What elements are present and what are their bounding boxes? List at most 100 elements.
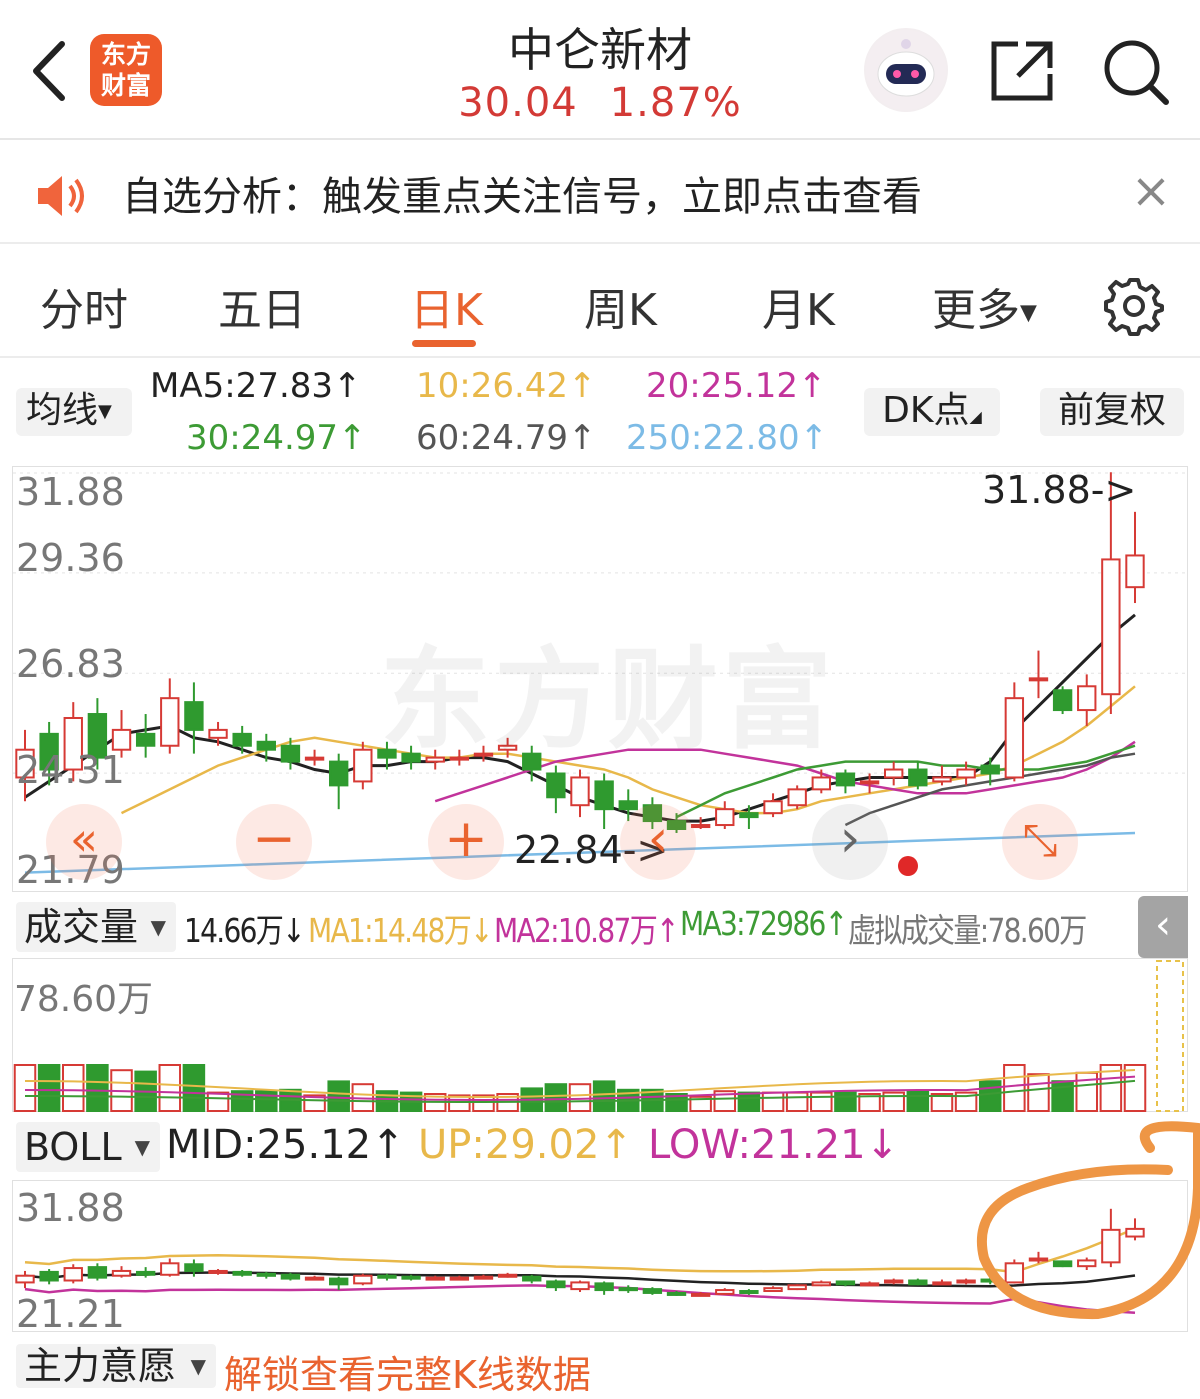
fullscreen-icon[interactable]: ⤡ (1002, 804, 1078, 880)
scroll-left-icon[interactable]: ‹ (620, 804, 696, 880)
header: 东方 财富 中仑新材 30.04 1.87% (0, 0, 1200, 140)
volume-ma2: MA2:10.87万↑ (494, 911, 680, 950)
candle-body (1101, 558, 1121, 696)
candle-body (1125, 554, 1145, 589)
volume-bar (906, 1090, 930, 1112)
volume-ma1: MA1:14.48万↓ (308, 911, 494, 950)
zoom-out-icon[interactable]: − (236, 804, 312, 880)
share-icon[interactable] (988, 38, 1056, 104)
volume-bar (13, 1064, 37, 1112)
volume-bar (568, 1083, 592, 1112)
boll-candle-body (763, 1287, 783, 1293)
dropdown-caret-icon: ▼ (1020, 300, 1037, 326)
scroll-right-icon[interactable]: › (812, 804, 888, 880)
main-force-selector-label: 主力意愿 (24, 1344, 177, 1388)
close-icon[interactable]: × (1126, 166, 1176, 216)
candle-body (329, 760, 349, 787)
zoom-in-icon[interactable]: + (428, 804, 504, 880)
notice-banner[interactable]: 自选分析：触发重点关注信号，立即点击查看 × (0, 142, 1200, 244)
virtual-volume: 虚拟成交量:78.60万 (848, 911, 1087, 950)
candle-body (1077, 685, 1097, 712)
y-label: 29.36 (16, 536, 125, 580)
y-label: 31.88 (16, 470, 125, 514)
tab-more[interactable]: 更多▼ (932, 274, 1037, 338)
boll-candle-body (715, 1289, 735, 1295)
ma-selector[interactable]: 均线▼ (16, 388, 132, 436)
candle-body (618, 800, 638, 811)
volume-bar (810, 1091, 833, 1113)
boll-candle-body (304, 1276, 325, 1281)
boll-candle-body (908, 1279, 928, 1286)
candle-body (280, 744, 301, 763)
robot-avatar-icon[interactable] (864, 28, 948, 112)
tab-minute[interactable]: 分时 (40, 274, 128, 338)
tab-five-day[interactable]: 五日 (218, 274, 306, 338)
dropdown-caret-icon: ▼ (150, 915, 166, 939)
tab-monthly-k[interactable]: 月K (762, 274, 835, 338)
boll-y-bottom: 21.21 (16, 1292, 125, 1336)
volume-svg (13, 960, 1184, 1113)
boll-candle-body (522, 1275, 542, 1282)
boll-candle-body (184, 1263, 204, 1272)
volume-chart[interactable] (12, 958, 1188, 1113)
ma60-value: 60:24.79↑ (416, 418, 597, 458)
candle-body (932, 776, 952, 783)
candle-body (690, 824, 711, 829)
volume-selector[interactable]: 成交量 ▼ (16, 902, 176, 952)
candle-body (353, 748, 373, 783)
boll-mid: MID:25.12↑ (166, 1122, 405, 1168)
volume-y-label: 78.60万 (14, 979, 154, 1020)
ma20-value: 20:25.12↑ (646, 366, 827, 406)
boll-candle-body (497, 1273, 518, 1278)
candle-body (908, 768, 928, 787)
ma10-value: 10:26.42↑ (416, 366, 597, 406)
adjust-button[interactable]: 前复权 (1040, 388, 1184, 436)
gear-icon[interactable] (1104, 276, 1164, 336)
tab-more-label: 更多 (932, 285, 1020, 336)
boll-candle-body (329, 1277, 349, 1286)
candle-body (232, 732, 252, 747)
boll-selector[interactable]: BOLL ▼ (16, 1122, 160, 1172)
tab-weekly-k[interactable]: 周K (584, 274, 657, 338)
ma-selector-label: 均线 (26, 390, 99, 431)
volume-bar (1027, 1073, 1050, 1112)
boll-candle-body (160, 1262, 180, 1276)
dropdown-caret-icon: ▼ (190, 1354, 206, 1378)
boll-selector-label: BOLL (24, 1125, 122, 1169)
dropdown-caret-icon: ▼ (98, 401, 112, 422)
candle-body (811, 776, 831, 791)
corner-triangle-icon: ◢ (969, 407, 982, 426)
tab-daily-k[interactable]: 日K (410, 274, 483, 338)
unlock-link[interactable]: 解锁查看完整K线数据 (224, 1344, 591, 1399)
volume-bar (158, 1064, 182, 1112)
dropdown-caret-icon: ▼ (134, 1135, 150, 1159)
scroll-left-fast-icon[interactable]: « (46, 804, 122, 880)
boll-candle-body (401, 1275, 421, 1280)
boll-candle-body (570, 1281, 590, 1291)
speaker-icon (38, 176, 84, 216)
volume-bar (834, 1091, 857, 1113)
period-tabs: 分时 五日 日K 周K 月K 更多▼ (0, 246, 1200, 358)
boll-candle-body (111, 1269, 132, 1277)
candle-body (763, 800, 783, 815)
candle-body (835, 772, 856, 787)
boll-candle-body (377, 1274, 397, 1279)
bottom-indicator-bar: 主力意愿 ▼ 解锁查看完整K线数据 (0, 1338, 1200, 1397)
boll-candle-body (666, 1291, 687, 1296)
boll-low: LOW:21.21↓ (648, 1122, 900, 1168)
candle-body (715, 808, 735, 827)
collapse-panel-icon[interactable]: ‹ (1138, 896, 1188, 958)
notice-text: 自选分析：触发重点关注信号，立即点击查看 (122, 174, 922, 220)
dk-button[interactable]: DK点◢ (864, 388, 1000, 436)
main-force-selector[interactable]: 主力意愿 ▼ (16, 1344, 216, 1388)
stock-price: 30.04 (458, 80, 578, 126)
search-icon[interactable] (1100, 36, 1172, 108)
volume-bar (737, 1091, 761, 1113)
candle-body (594, 780, 614, 811)
candle-body (304, 756, 325, 761)
boll-candle-body (884, 1279, 904, 1284)
candle-body (184, 701, 204, 731)
boll-candle-body (618, 1287, 638, 1292)
boll-candle-body (256, 1272, 276, 1277)
volume-bar (761, 1091, 785, 1113)
